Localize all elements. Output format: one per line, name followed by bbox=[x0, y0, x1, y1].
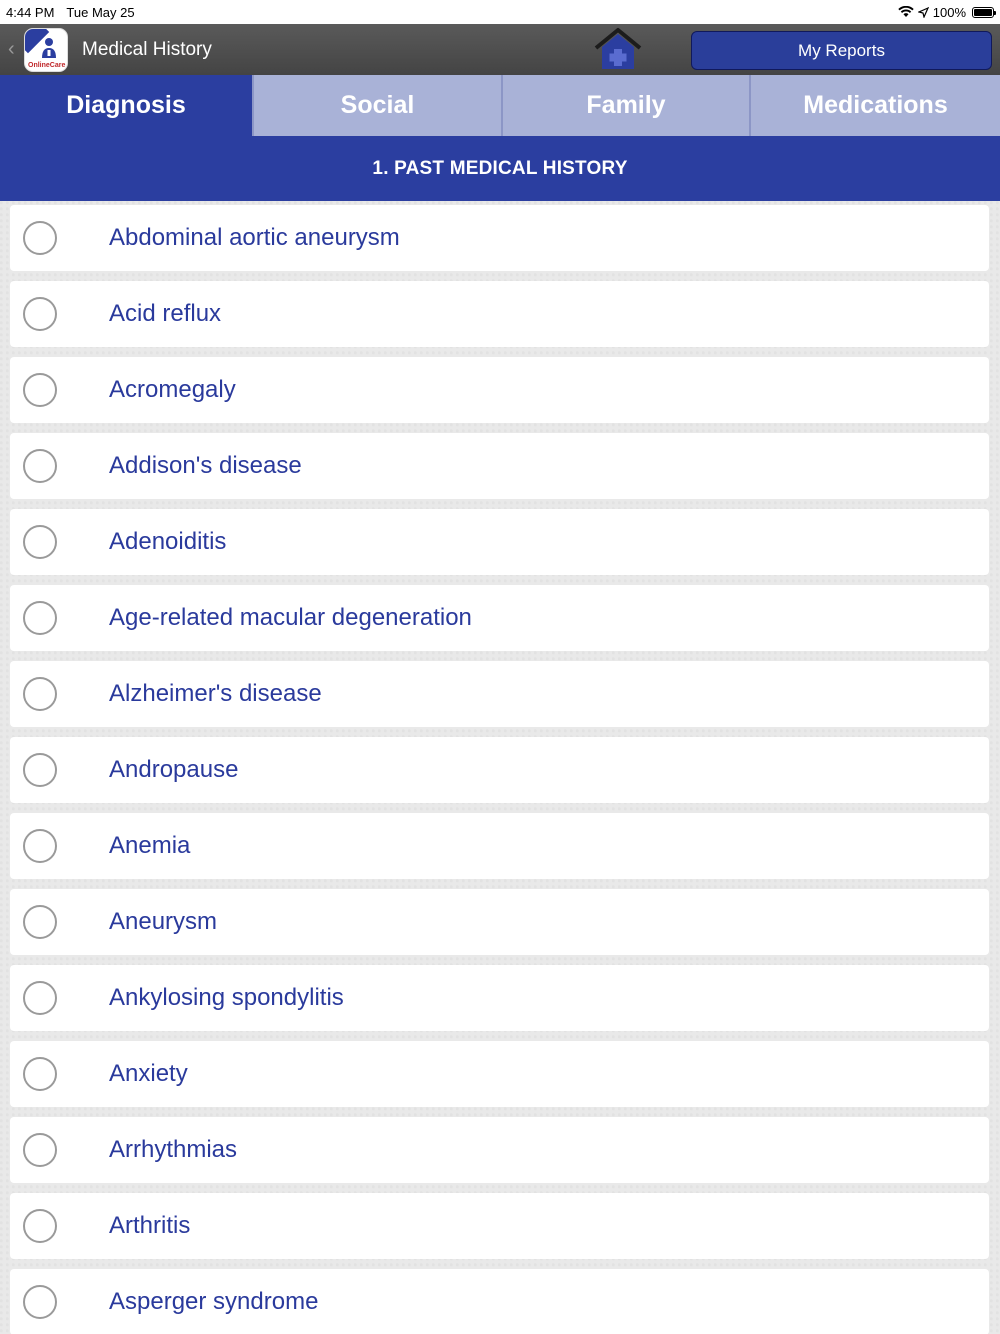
list-item[interactable]: Arrhythmias bbox=[10, 1117, 989, 1183]
tab-diagnosis[interactable]: Diagnosis bbox=[0, 75, 254, 136]
section-header: 1. PAST MEDICAL HISTORY bbox=[0, 136, 1000, 201]
radio-button[interactable] bbox=[23, 373, 57, 407]
tab-family[interactable]: Family bbox=[503, 75, 751, 136]
radio-button[interactable] bbox=[23, 905, 57, 939]
list-item-label: Age-related macular degeneration bbox=[109, 604, 472, 631]
list-item[interactable]: Anemia bbox=[10, 813, 989, 879]
radio-button[interactable] bbox=[23, 525, 57, 559]
radio-button[interactable] bbox=[23, 601, 57, 635]
list-item-label: Arrhythmias bbox=[109, 1136, 238, 1163]
radio-button[interactable] bbox=[23, 297, 57, 331]
list-item[interactable]: Addison's disease bbox=[10, 433, 989, 499]
list-item[interactable]: Arthritis bbox=[10, 1193, 989, 1259]
radio-button[interactable] bbox=[23, 221, 57, 255]
app-logo[interactable]: OnlineCare bbox=[24, 27, 68, 72]
battery-percent: 100% bbox=[932, 4, 966, 20]
conditions-list[interactable]: Abdominal aortic aneurysm Acid reflux Ac… bbox=[0, 201, 1000, 1334]
status-bar: 4:44 PM Tue May 25 100% bbox=[0, 0, 1000, 24]
status-time: 4:44 PM bbox=[6, 4, 55, 20]
list-item[interactable]: Acid reflux bbox=[10, 281, 989, 347]
list-item-label: Asperger syndrome bbox=[109, 1288, 319, 1315]
list-item-label: Alzheimer's disease bbox=[109, 680, 322, 707]
tab-social[interactable]: Social bbox=[254, 75, 503, 136]
list-item-label: Addison's disease bbox=[109, 452, 302, 479]
radio-button[interactable] bbox=[23, 1057, 57, 1091]
list-item-label: Ankylosing spondylitis bbox=[109, 984, 344, 1011]
nav-bar: ‹ OnlineCare Medical History My Reports bbox=[0, 24, 1000, 75]
radio-button[interactable] bbox=[23, 981, 57, 1015]
tab-medications[interactable]: Medications bbox=[751, 75, 1000, 136]
list-item-label: Adenoiditis bbox=[109, 528, 227, 555]
radio-button[interactable] bbox=[23, 1133, 57, 1167]
doctor-figure-icon bbox=[42, 37, 56, 58]
list-item[interactable]: Alzheimer's disease bbox=[10, 661, 989, 727]
list-item-label: Arthritis bbox=[109, 1212, 191, 1239]
my-reports-button[interactable]: My Reports bbox=[691, 31, 992, 70]
list-item[interactable]: Andropause bbox=[10, 737, 989, 803]
status-date: Tue May 25 bbox=[66, 4, 135, 20]
list-item-label: Anxiety bbox=[109, 1060, 188, 1087]
logo-text: OnlineCare bbox=[28, 61, 66, 69]
list-item-label: Aneurysm bbox=[109, 908, 218, 935]
list-item[interactable]: Acromegaly bbox=[10, 357, 989, 423]
list-item[interactable]: Asperger syndrome bbox=[10, 1269, 989, 1334]
list-item[interactable]: Abdominal aortic aneurysm bbox=[10, 205, 989, 271]
list-item[interactable]: Ankylosing spondylitis bbox=[10, 965, 989, 1031]
list-item-label: Abdominal aortic aneurysm bbox=[109, 224, 400, 251]
tab-bar: Diagnosis Social Family Medications bbox=[0, 75, 1000, 136]
radio-button[interactable] bbox=[23, 449, 57, 483]
wifi-icon bbox=[898, 6, 914, 17]
page-title: Medical History bbox=[82, 38, 212, 60]
battery-icon bbox=[972, 6, 996, 18]
location-arrow-icon bbox=[917, 6, 929, 18]
radio-button[interactable] bbox=[23, 1209, 57, 1243]
list-item-label: Acid reflux bbox=[109, 300, 222, 327]
list-item[interactable]: Aneurysm bbox=[10, 889, 989, 955]
radio-button[interactable] bbox=[23, 753, 57, 787]
radio-button[interactable] bbox=[23, 677, 57, 711]
list-item-label: Anemia bbox=[109, 832, 191, 859]
list-item[interactable]: Age-related macular degeneration bbox=[10, 585, 989, 651]
list-item[interactable]: Adenoiditis bbox=[10, 509, 989, 575]
home-plus-icon[interactable] bbox=[592, 27, 644, 71]
radio-button[interactable] bbox=[23, 829, 57, 863]
radio-button[interactable] bbox=[23, 1285, 57, 1319]
list-item-label: Andropause bbox=[109, 756, 239, 783]
chevron-left-icon[interactable]: ‹ bbox=[8, 38, 22, 61]
list-item[interactable]: Anxiety bbox=[10, 1041, 989, 1107]
list-item-label: Acromegaly bbox=[109, 376, 236, 403]
